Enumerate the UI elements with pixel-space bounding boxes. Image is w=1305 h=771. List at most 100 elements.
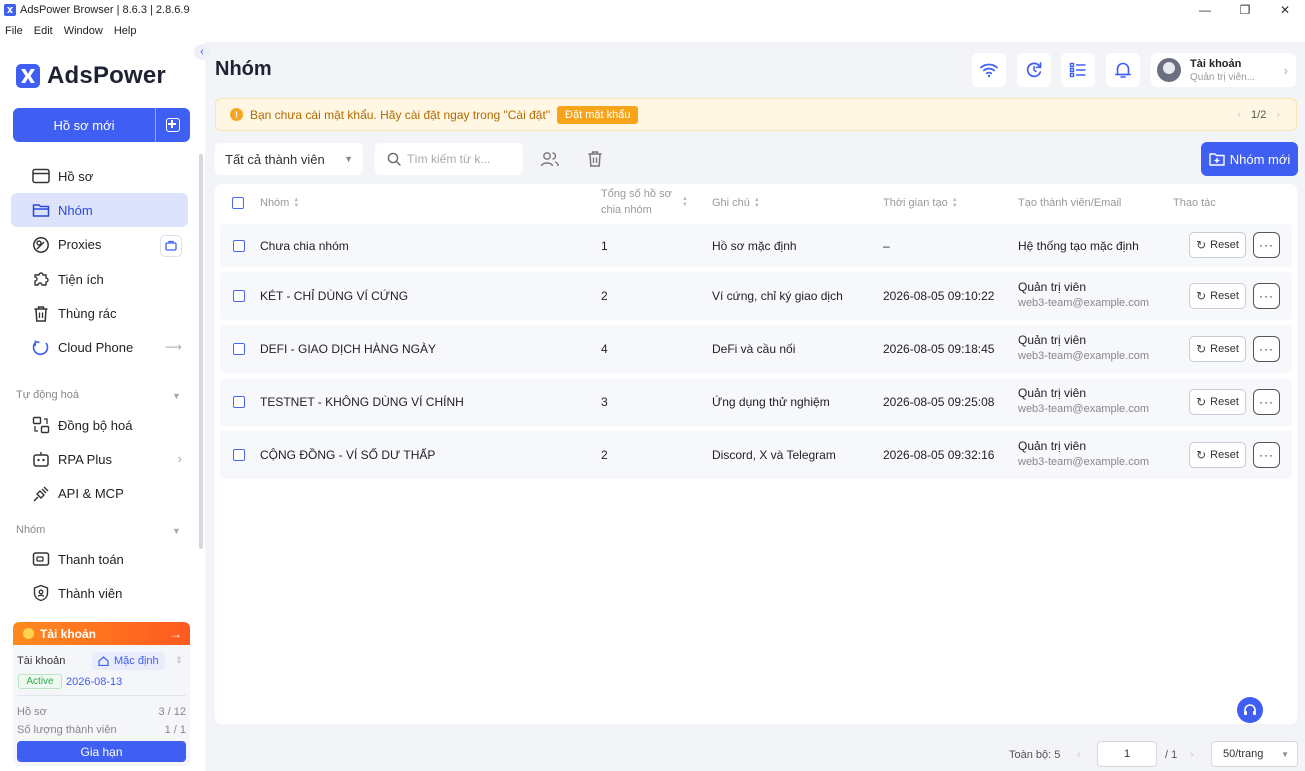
- sidebar-scrollbar[interactable]: [199, 154, 203, 549]
- delete-selected-button[interactable]: [585, 149, 605, 169]
- next-page-button[interactable]: ›: [1190, 749, 1194, 761]
- column-header-label: Ghi chú: [712, 197, 750, 209]
- sidebar-item-proxies[interactable]: Proxies: [11, 228, 188, 262]
- support-chat-button[interactable]: [1237, 697, 1263, 723]
- minimize-button[interactable]: —: [1185, 0, 1225, 20]
- page-size-select[interactable]: 50/trang ▼: [1211, 741, 1298, 767]
- select-all-checkbox[interactable]: [232, 197, 244, 209]
- notifications-button[interactable]: [1106, 53, 1140, 87]
- more-actions-button[interactable]: ···: [1253, 389, 1280, 415]
- reset-button[interactable]: ↻ Reset: [1189, 232, 1246, 258]
- sidebar-item-billing[interactable]: Thanh toán: [11, 542, 188, 576]
- add-square-icon: [166, 118, 180, 132]
- column-header-note[interactable]: Ghi chú ▲ ▼: [712, 188, 760, 218]
- wifi-icon: [980, 63, 998, 78]
- column-header-name[interactable]: Nhóm ▲ ▼: [260, 188, 299, 218]
- prev-notice-button[interactable]: ‹: [1237, 109, 1241, 121]
- account-card-header[interactable]: Tài khoản →: [13, 622, 190, 645]
- group-note: Hồ sơ mặc định: [712, 239, 797, 253]
- members-filter-button[interactable]: [540, 149, 560, 169]
- logo[interactable]: AdsPower: [16, 62, 166, 90]
- new-group-button[interactable]: Nhóm mới: [1201, 142, 1298, 176]
- new-profile-button[interactable]: Hồ sơ mới: [13, 108, 190, 142]
- trash-icon: [588, 151, 602, 167]
- sidebar-item-api-mcp[interactable]: API & MCP: [11, 477, 188, 511]
- profile-count: 2: [601, 448, 608, 462]
- reset-button[interactable]: ↻ Reset: [1189, 283, 1246, 309]
- collapse-sidebar-button[interactable]: ‹: [194, 44, 210, 60]
- task-list-button[interactable]: [1061, 53, 1095, 87]
- sidebar-item-label: Tiện ích: [58, 271, 104, 287]
- table-row[interactable]: TESTNET - KHÔNG DÙNG VÍ CHÍNH 3 Ứng dụng…: [220, 378, 1292, 426]
- reset-button[interactable]: ↻ Reset: [1189, 442, 1246, 468]
- network-button[interactable]: [972, 53, 1006, 87]
- sidebar-item-profiles[interactable]: Hồ sơ: [11, 159, 188, 193]
- row-checkbox[interactable]: [233, 449, 245, 461]
- switch-account-icon[interactable]: ⇕: [175, 655, 183, 666]
- more-actions-button[interactable]: ···: [1253, 442, 1280, 468]
- search-icon: [387, 152, 401, 166]
- menu-help[interactable]: Help: [114, 25, 137, 37]
- reset-button[interactable]: ↻ Reset: [1189, 389, 1246, 415]
- account-menu[interactable]: Tài khoản Quản trị viên... ›: [1151, 53, 1296, 87]
- logo-text: AdsPower: [47, 62, 166, 89]
- reset-icon: ↻: [1196, 342, 1207, 356]
- creator-name: Quản trị viên: [1018, 439, 1087, 453]
- profile-window-icon: [32, 167, 50, 185]
- search-input[interactable]: [407, 152, 517, 166]
- prev-page-button[interactable]: ‹: [1077, 749, 1081, 761]
- more-actions-button[interactable]: ···: [1253, 283, 1280, 309]
- column-header-created[interactable]: Thời gian tạo ▲ ▼: [883, 188, 958, 218]
- sidebar-item-trash[interactable]: Thùng rác: [11, 297, 188, 331]
- new-group-label: Nhóm mới: [1229, 151, 1291, 167]
- row-checkbox[interactable]: [233, 396, 245, 408]
- menu-file[interactable]: File: [5, 25, 23, 37]
- set-password-button[interactable]: Đặt mật khẩu: [557, 105, 639, 124]
- puzzle-icon: [32, 270, 50, 288]
- sidebar-item-sync[interactable]: Đồng bộ hoá: [11, 408, 188, 442]
- proxy-shop-button[interactable]: [160, 234, 182, 257]
- row-checkbox[interactable]: [233, 240, 245, 252]
- sync-status-button[interactable]: [1017, 53, 1051, 87]
- reset-button[interactable]: ↻ Reset: [1189, 336, 1246, 362]
- plan-badge: Mặc định: [92, 652, 165, 670]
- more-actions-button[interactable]: ···: [1253, 232, 1280, 258]
- menu-window[interactable]: Window: [64, 25, 103, 37]
- column-header-count[interactable]: Tổng số hồ sơ chia nhóm ▲ ▼: [601, 187, 688, 217]
- wallet-icon: [32, 550, 50, 568]
- users-icon: [540, 152, 559, 167]
- row-checkbox[interactable]: [233, 343, 245, 355]
- total-count: Toàn bộ: 5: [1009, 749, 1061, 761]
- table-row[interactable]: Chưa chia nhóm 1 Hồ sơ mặc định – Hệ thố…: [220, 224, 1292, 267]
- renew-button[interactable]: Gia hạn: [17, 741, 186, 762]
- table-row[interactable]: CỘNG ĐỒNG - VÍ SỐ DƯ THẤP 2 Discord, X v…: [220, 431, 1292, 479]
- next-notice-button[interactable]: ›: [1276, 109, 1280, 121]
- sidebar-item-groups[interactable]: Nhóm: [11, 193, 188, 228]
- column-header-label: chia nhóm: [601, 204, 652, 216]
- table-row[interactable]: DEFI - GIAO DỊCH HÀNG NGÀY 4 DeFi và cầu…: [220, 325, 1292, 373]
- chevron-down-icon[interactable]: ▼: [172, 391, 181, 401]
- member-filter-select[interactable]: Tất cả thành viên ▼: [215, 143, 363, 175]
- search-box[interactable]: [375, 143, 523, 175]
- pagination-bar: Toàn bộ: 5 ‹ 1 / 1 › 50/trang ▼: [205, 737, 1305, 771]
- sidebar-item-rpa-plus[interactable]: RPA Plus ›: [11, 442, 188, 476]
- sidebar-item-members[interactable]: Thành viên: [11, 576, 188, 610]
- maximize-button[interactable]: ❐: [1225, 0, 1265, 20]
- table-row[interactable]: KÉT - CHỈ DÙNG VÍ CỨNG 2 Ví cứng, chỉ ký…: [220, 272, 1292, 320]
- total-pages: / 1: [1165, 749, 1178, 761]
- page-number-input[interactable]: 1: [1097, 741, 1157, 767]
- section-automation-label: Tự động hoá: [16, 389, 80, 401]
- headset-icon: [1244, 704, 1256, 715]
- member-filter-value: Tất cả thành viên: [225, 151, 325, 167]
- sidebar-item-cloud-phone[interactable]: Cloud Phone ⟶: [11, 331, 188, 365]
- batch-add-button[interactable]: [156, 108, 190, 142]
- more-actions-button[interactable]: ···: [1253, 336, 1280, 362]
- chevron-down-icon: ▼: [1281, 749, 1289, 759]
- sidebar-item-extensions[interactable]: Tiện ích: [11, 262, 188, 296]
- new-profile-label[interactable]: Hồ sơ mới: [13, 108, 156, 142]
- menu-edit[interactable]: Edit: [34, 25, 53, 37]
- chevron-down-icon[interactable]: ▼: [172, 526, 181, 536]
- trash-icon: [32, 305, 50, 323]
- row-checkbox[interactable]: [233, 290, 245, 302]
- close-button[interactable]: ✕: [1265, 0, 1305, 20]
